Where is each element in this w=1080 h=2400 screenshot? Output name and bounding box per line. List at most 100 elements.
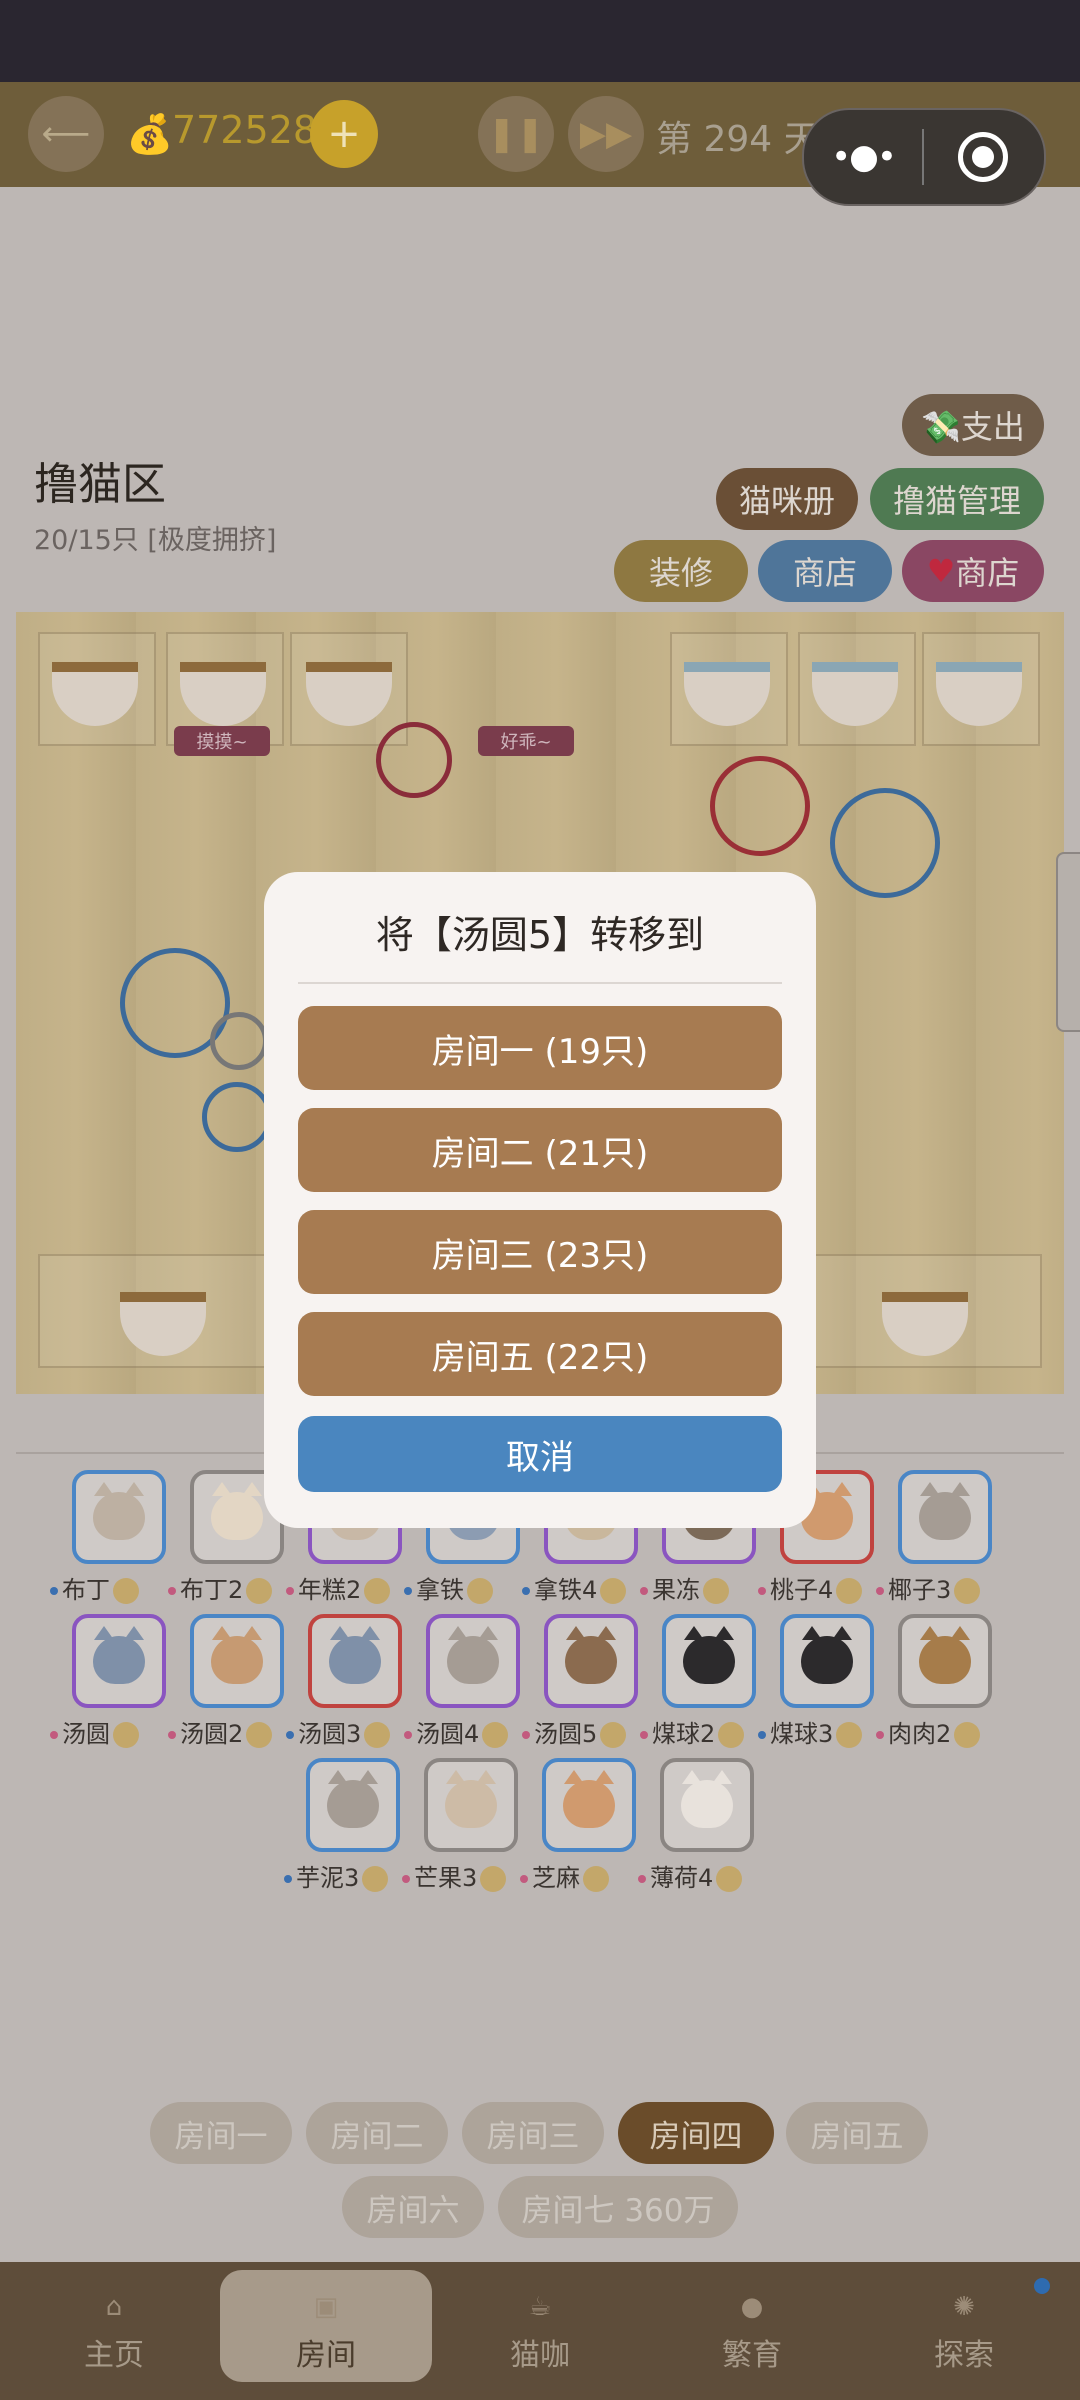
- nav-room-label: 房间: [296, 2338, 356, 2373]
- cat-card[interactable]: 芋泥3: [284, 1758, 414, 1898]
- nav-cafe[interactable]: ☕ 猫咖: [434, 2270, 646, 2382]
- gender-dot: [404, 1587, 412, 1595]
- cat-card[interactable]: 芝麻: [520, 1758, 650, 1898]
- gender-dot: [758, 1731, 766, 1739]
- coin-balance: 772528: [172, 108, 318, 152]
- cat-avatar: [898, 1470, 992, 1564]
- cat-avatar: [780, 1614, 874, 1708]
- cat-name: 汤圆2: [180, 1720, 244, 1748]
- cat-name: 汤圆: [62, 1720, 110, 1748]
- cat-card[interactable]: 汤圆2: [168, 1614, 298, 1754]
- room-tab-6[interactable]: 房间六: [342, 2176, 484, 2238]
- cat-sprite[interactable]: [202, 1082, 272, 1152]
- back-button[interactable]: ⟵: [28, 96, 104, 172]
- cat-card[interactable]: 煤球3: [758, 1614, 888, 1754]
- gender-dot: [758, 1587, 766, 1595]
- mood-badge-icon: [836, 1578, 863, 1604]
- nav-home[interactable]: ⌂ 主页: [8, 2270, 220, 2382]
- mood-badge-icon: [954, 1578, 981, 1604]
- cat-name: 桃子4: [770, 1576, 834, 1604]
- gender-dot: [522, 1587, 530, 1595]
- nav-cafe-label: 猫咖: [510, 2338, 570, 2373]
- heart-icon: ♥: [926, 552, 956, 590]
- home-icon: ⌂: [105, 2292, 123, 2322]
- cat-sprite[interactable]: [210, 1012, 268, 1070]
- cat-icon: [93, 1636, 145, 1684]
- cat-sprite[interactable]: [830, 788, 940, 898]
- mood-badge-icon: [716, 1866, 743, 1892]
- mood-badge-icon: [246, 1578, 273, 1604]
- cat-icon: [93, 1492, 145, 1540]
- miniprogram-capsule: •●•: [802, 108, 1046, 206]
- mood-badge-icon: [480, 1866, 507, 1892]
- heart-shop-button[interactable]: ♥ 商店: [902, 540, 1044, 602]
- heart-shop-label: 商店: [955, 554, 1020, 592]
- room-tab-5[interactable]: 房间五: [786, 2102, 928, 2164]
- cat-label: 肉肉2: [876, 1714, 1016, 1749]
- cancel-button[interactable]: 取消: [298, 1416, 782, 1492]
- back-arrow-icon: ⟵: [41, 114, 91, 154]
- gender-dot: [284, 1875, 292, 1883]
- cat-avatar: [544, 1614, 638, 1708]
- cat-card[interactable]: 汤圆3: [286, 1614, 416, 1754]
- cat-name: 布丁2: [180, 1576, 244, 1604]
- room-tab-1[interactable]: 房间一: [150, 2102, 292, 2164]
- add-coins-button[interactable]: +: [310, 100, 378, 168]
- cat-label: 椰子3: [876, 1570, 1016, 1605]
- cat-card[interactable]: 汤圆5: [522, 1614, 652, 1754]
- close-miniprogram-button[interactable]: [924, 132, 1042, 182]
- room-tab-7[interactable]: 房间七 360万: [498, 2176, 738, 2238]
- cafe-icon: ☕: [528, 2292, 552, 2322]
- cat-icon: [919, 1492, 971, 1540]
- mood-badge-icon: [113, 1578, 139, 1604]
- day-counter: 第 294 天: [656, 119, 820, 160]
- cat-icon: [447, 1636, 499, 1684]
- gender-dot: [640, 1587, 648, 1595]
- expense-button[interactable]: 💸支出: [902, 394, 1044, 456]
- cat-icon: [445, 1780, 497, 1828]
- side-panel-handle[interactable]: [1056, 852, 1080, 1032]
- cat-label: 薄荷4: [638, 1858, 778, 1893]
- decorate-button[interactable]: 装修: [614, 540, 748, 602]
- cat-card[interactable]: 布丁: [50, 1470, 180, 1610]
- nav-breed[interactable]: ● 繁育: [646, 2270, 858, 2382]
- more-options-icon[interactable]: •●•: [804, 137, 922, 177]
- cat-avatar: [426, 1614, 520, 1708]
- transfer-room-3-button[interactable]: 房间三 (23只): [298, 1210, 782, 1294]
- cat-card[interactable]: 汤圆: [50, 1614, 180, 1754]
- gender-dot: [640, 1731, 648, 1739]
- gender-dot: [638, 1875, 646, 1883]
- gender-dot: [402, 1875, 410, 1883]
- cat-book-button[interactable]: 猫咪册: [716, 468, 858, 530]
- transfer-room-1-button[interactable]: 房间一 (19只): [298, 1006, 782, 1090]
- cat-icon: [565, 1636, 617, 1684]
- cat-card[interactable]: 椰子3: [876, 1470, 1006, 1610]
- fast-forward-button[interactable]: ▶▶: [568, 96, 644, 172]
- cat-sprite[interactable]: [710, 756, 810, 856]
- transfer-room-5-button[interactable]: 房间五 (22只): [298, 1312, 782, 1396]
- cat-card[interactable]: 煤球2: [640, 1614, 770, 1754]
- gender-dot: [50, 1731, 58, 1739]
- room-icon: ▣: [313, 2292, 339, 2322]
- room-tab-2[interactable]: 房间二: [306, 2102, 448, 2164]
- cat-name: 煤球3: [770, 1720, 834, 1748]
- nav-room[interactable]: ▣ 房间: [220, 2270, 432, 2382]
- cat-icon: [329, 1636, 381, 1684]
- shop-button[interactable]: 商店: [758, 540, 892, 602]
- nav-explore-label: 探索: [934, 2338, 994, 2373]
- cat-card[interactable]: 薄荷4: [638, 1758, 768, 1898]
- cat-card[interactable]: 芒果3: [402, 1758, 532, 1898]
- cat-sprite[interactable]: [376, 722, 452, 798]
- money-bag-icon: 💰: [126, 112, 174, 156]
- cat-card[interactable]: 汤圆4: [404, 1614, 534, 1754]
- transfer-room-2-button[interactable]: 房间二 (21只): [298, 1108, 782, 1192]
- room-tab-3[interactable]: 房间三: [462, 2102, 604, 2164]
- pause-button[interactable]: ❚❚: [478, 96, 554, 172]
- cat-avatar: [72, 1614, 166, 1708]
- cat-name: 汤圆5: [534, 1720, 598, 1748]
- cat-card[interactable]: 肉肉2: [876, 1614, 1006, 1754]
- pet-manage-button[interactable]: 撸猫管理: [870, 468, 1044, 530]
- gender-dot: [50, 1587, 58, 1595]
- room-tab-4[interactable]: 房间四: [618, 2102, 774, 2164]
- area-capacity: 20/15只 [极度拥挤]: [34, 525, 277, 556]
